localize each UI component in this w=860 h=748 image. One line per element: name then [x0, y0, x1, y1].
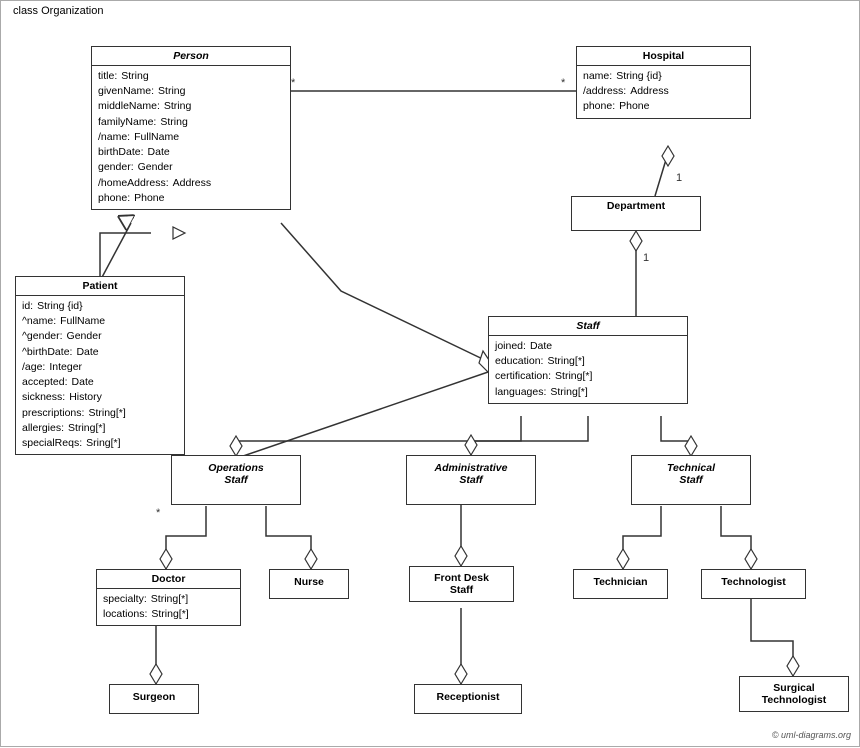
svg-text:*: * [561, 77, 566, 89]
technician-box: Technician [573, 569, 668, 599]
technologist-title: Technologist [702, 570, 805, 594]
hospital-attrs: name:String {id} /address:Address phone:… [577, 66, 750, 118]
svg-text:1: 1 [676, 172, 682, 184]
tech-staff-box: TechnicalStaff [631, 455, 751, 505]
tech-staff-title: TechnicalStaff [632, 456, 750, 492]
front-desk-title: Front DeskStaff [410, 567, 513, 601]
department-title: Department [572, 197, 700, 215]
patient-title: Patient [16, 277, 184, 296]
surgeon-box: Surgeon [109, 684, 199, 714]
person-box: Person title:String givenName:String mid… [91, 46, 291, 210]
copyright-text: © uml-diagrams.org [772, 730, 851, 740]
staff-attrs: joined:Date education:String[*] certific… [489, 336, 687, 403]
surgeon-title: Surgeon [110, 685, 198, 709]
diagram-title: class Organization [9, 5, 108, 17]
person-title: Person [92, 47, 290, 66]
admin-staff-title: AdministrativeStaff [407, 456, 535, 492]
technician-title: Technician [574, 570, 667, 594]
svg-text:*: * [291, 77, 296, 89]
patient-attrs: id:String {id} ^name:FullName ^gender:Ge… [16, 296, 184, 454]
ops-staff-box: OperationsStaff [171, 455, 301, 505]
hospital-box: Hospital name:String {id} /address:Addre… [576, 46, 751, 119]
svg-text:*: * [156, 507, 161, 519]
staff-title: Staff [489, 317, 687, 336]
ops-staff-title: OperationsStaff [172, 456, 300, 492]
doctor-attrs: specialty:String[*] locations:String[*] [97, 589, 240, 625]
svg-text:1: 1 [643, 252, 649, 264]
nurse-title: Nurse [270, 570, 348, 594]
diagram-container: class Organization [0, 0, 860, 747]
surgical-tech-box: SurgicalTechnologist [739, 676, 849, 712]
hospital-title: Hospital [577, 47, 750, 66]
doctor-title: Doctor [97, 570, 240, 589]
department-box: Department [571, 196, 701, 231]
front-desk-box: Front DeskStaff [409, 566, 514, 602]
doctor-box: Doctor specialty:String[*] locations:Str… [96, 569, 241, 626]
nurse-box: Nurse [269, 569, 349, 599]
receptionist-box: Receptionist [414, 684, 522, 714]
person-attrs: title:String givenName:String middleName… [92, 66, 290, 209]
admin-staff-box: AdministrativeStaff [406, 455, 536, 505]
receptionist-title: Receptionist [415, 685, 521, 709]
patient-box: Patient id:String {id} ^name:FullName ^g… [15, 276, 185, 455]
staff-box: Staff joined:Date education:String[*] ce… [488, 316, 688, 404]
surgical-tech-title: SurgicalTechnologist [740, 677, 848, 711]
technologist-box: Technologist [701, 569, 806, 599]
